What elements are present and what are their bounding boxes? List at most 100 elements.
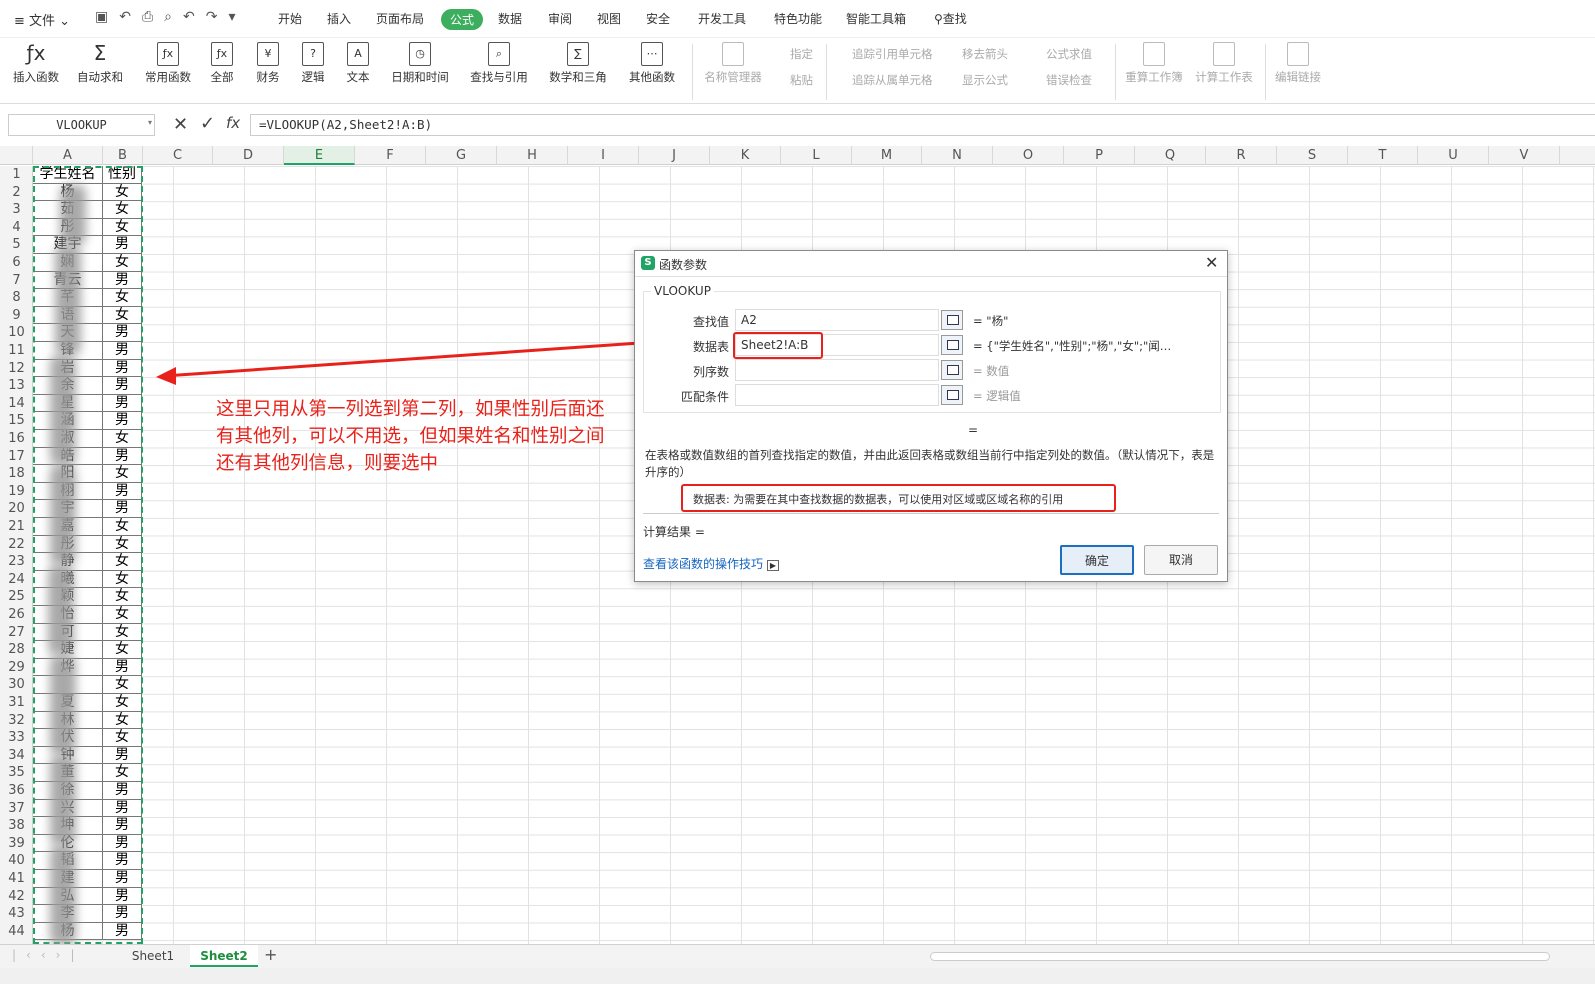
tab-sheet2[interactable]: Sheet2: [190, 945, 258, 967]
cell-gender[interactable]: 男: [103, 799, 142, 818]
menu-tab-9[interactable]: 特色功能: [774, 10, 822, 27]
column-header-R[interactable]: R: [1206, 146, 1277, 165]
search-button[interactable]: ⚲查找: [934, 10, 967, 27]
ribbon-button-9[interactable]: ∑ 数学和三角: [548, 42, 608, 85]
cell-gender[interactable]: 男: [103, 324, 142, 342]
row-header[interactable]: 43: [0, 905, 33, 923]
cell-gender[interactable]: 男: [103, 658, 142, 677]
row-header[interactable]: 7: [0, 272, 33, 290]
cell-gender[interactable]: 男: [103, 817, 142, 835]
cell-gender[interactable]: 男: [103, 342, 142, 360]
ribbon-disabled-0[interactable]: 名称管理器: [698, 42, 768, 85]
ribbon-button-10[interactable]: ⋯ 其他函数: [622, 42, 682, 85]
arg-input-3[interactable]: [735, 384, 939, 406]
row-header[interactable]: 16: [0, 430, 33, 448]
row-header[interactable]: 25: [0, 588, 33, 606]
row-header[interactable]: 5: [0, 236, 33, 254]
column-header-I[interactable]: I: [568, 146, 639, 165]
ribbon-small-8[interactable]: 错误检查: [1046, 72, 1092, 88]
tips-link[interactable]: 查看该函数的操作技巧 ▶: [643, 555, 779, 572]
row-header[interactable]: 35: [0, 764, 33, 782]
ribbon-small-5[interactable]: 移去箭头: [962, 46, 1008, 62]
column-header-O[interactable]: O: [993, 146, 1064, 165]
cell-gender[interactable]: 男: [103, 852, 142, 870]
cell-gender[interactable]: 男: [103, 782, 142, 800]
cell-gender[interactable]: 男: [103, 905, 142, 923]
cell-gender[interactable]: 女: [103, 201, 142, 219]
row-header[interactable]: 41: [0, 870, 33, 888]
cell-gender[interactable]: 男: [103, 394, 142, 413]
ribbon-button-0[interactable]: ƒx 插入函数: [6, 42, 66, 85]
cell-name[interactable]: 学生姓名: [33, 166, 103, 184]
cell-gender[interactable]: 女: [103, 711, 142, 730]
cell-gender[interactable]: 女: [103, 676, 142, 694]
close-icon[interactable]: ✕: [1205, 253, 1218, 272]
column-header-V[interactable]: V: [1489, 146, 1560, 165]
ribbon-small-3[interactable]: 追踪引用单元格: [852, 46, 933, 62]
select-all-corner[interactable]: [0, 146, 33, 165]
cell-gender[interactable]: 女: [103, 729, 142, 747]
horizontal-scrollbar[interactable]: [930, 952, 1550, 961]
cell-gender[interactable]: 男: [103, 922, 142, 941]
cell-gender[interactable]: 女: [103, 553, 142, 571]
row-header[interactable]: 34: [0, 747, 33, 765]
menu-tab-5[interactable]: 审阅: [548, 10, 572, 27]
row-header[interactable]: 37: [0, 800, 33, 818]
row-header[interactable]: 4: [0, 219, 33, 237]
range-select-icon[interactable]: [941, 310, 963, 330]
row-header[interactable]: 11: [0, 342, 33, 360]
cell-gender[interactable]: 男: [103, 271, 142, 290]
cell-gender[interactable]: 女: [103, 518, 142, 536]
cell-gender[interactable]: 男: [103, 887, 142, 906]
cell-gender[interactable]: 女: [103, 306, 142, 325]
cell-gender[interactable]: 女: [103, 694, 142, 712]
row-header[interactable]: 21: [0, 518, 33, 536]
ribbon-small-4[interactable]: 追踪从属单元格: [852, 72, 933, 88]
cell-gender[interactable]: 女: [103, 570, 142, 589]
menu-tab-7[interactable]: 安全: [646, 10, 670, 27]
column-header-M[interactable]: M: [852, 146, 922, 165]
name-box-dropdown-icon[interactable]: ▾: [148, 118, 152, 127]
row-header[interactable]: 2: [0, 184, 33, 202]
range-select-icon[interactable]: [941, 360, 963, 380]
tab-sheet1[interactable]: Sheet1: [120, 945, 186, 967]
row-header[interactable]: 15: [0, 412, 33, 430]
row-header[interactable]: 13: [0, 377, 33, 395]
cell-gender[interactable]: 女: [103, 430, 142, 448]
confirm-icon[interactable]: ✓: [200, 113, 215, 134]
cell-gender[interactable]: 男: [103, 746, 142, 765]
ribbon-button-2[interactable]: ƒx 常用函数: [138, 42, 198, 85]
ribbon-small-6[interactable]: 显示公式: [962, 72, 1008, 88]
cell-gender[interactable]: 女: [103, 606, 142, 624]
add-sheet-icon[interactable]: +: [264, 945, 277, 964]
menu-tab-10[interactable]: 智能工具箱: [846, 10, 906, 27]
quick-access-toolbar[interactable]: ▣↶⎙⌕↶↷▾: [95, 9, 247, 25]
row-header[interactable]: 17: [0, 448, 33, 466]
row-header[interactable]: 20: [0, 500, 33, 518]
column-header-F[interactable]: F: [355, 146, 426, 165]
column-header-Q[interactable]: Q: [1135, 146, 1206, 165]
row-header[interactable]: 39: [0, 835, 33, 853]
ok-button[interactable]: 确定: [1060, 545, 1134, 575]
column-header-D[interactable]: D: [213, 146, 284, 165]
cell-gender[interactable]: 性别: [103, 166, 142, 184]
menu-tab-6[interactable]: 视图: [597, 10, 621, 27]
column-header-S[interactable]: S: [1277, 146, 1348, 165]
name-box[interactable]: VLOOKUP: [8, 114, 155, 136]
cell-gender[interactable]: 女: [103, 641, 142, 659]
ribbon-button-6[interactable]: A 文本: [328, 42, 388, 85]
cancel-icon[interactable]: ✕: [173, 114, 188, 135]
menu-tab-2[interactable]: 页面布局: [376, 10, 424, 27]
cell-gender[interactable]: 女: [103, 289, 142, 307]
ribbon-small-2[interactable]: 指定: [790, 46, 813, 62]
cell-gender[interactable]: 男: [103, 870, 142, 888]
column-header-C[interactable]: C: [143, 146, 213, 165]
menu-tab-3[interactable]: 公式: [441, 9, 484, 30]
cell-gender[interactable]: 男: [103, 377, 142, 395]
row-header[interactable]: 22: [0, 536, 33, 554]
row-header[interactable]: 40: [0, 852, 33, 870]
row-header[interactable]: 32: [0, 712, 33, 730]
ribbon-small-7[interactable]: 公式求值: [1046, 46, 1092, 62]
menu-tab-0[interactable]: 开始: [278, 10, 302, 27]
cell-gender[interactable]: 女: [103, 764, 142, 782]
